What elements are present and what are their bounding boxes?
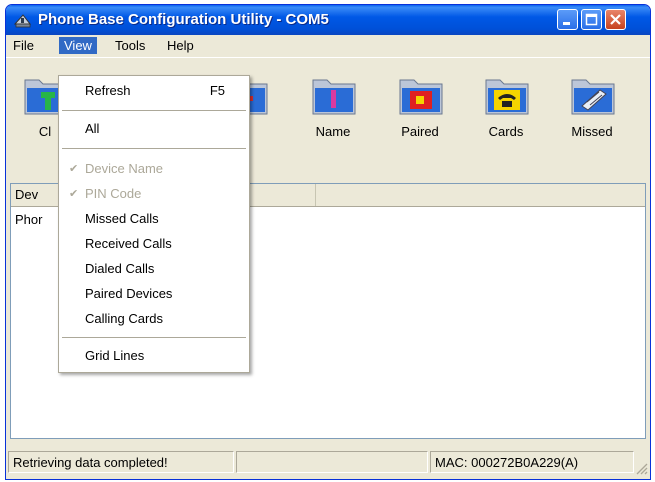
close-button[interactable] (605, 9, 626, 30)
toolbar-label-name: Name (315, 124, 351, 139)
menu-item-dialed-calls[interactable]: Dialed Calls (59, 258, 249, 280)
toolbar-button-paired[interactable]: Paired (385, 72, 455, 172)
menu-item-device-name-label: Device Name (85, 161, 164, 176)
menu-item-refresh-label: Refresh (85, 83, 131, 98)
minimize-icon (563, 22, 570, 25)
view-menu-dropdown: Refresh F5 All ✔ Device Name ✔ PIN Code … (58, 75, 250, 373)
title-bar[interactable]: Phone Base Configuration Utility - COM5 (6, 5, 650, 35)
status-panel-empty (236, 451, 428, 473)
menu-item-all[interactable]: All (59, 118, 249, 140)
close-icon (610, 14, 621, 25)
menu-item-refresh[interactable]: Refresh F5 (59, 80, 249, 102)
maximize-button[interactable] (581, 9, 602, 30)
checkmark-icon: ✔ (69, 163, 79, 175)
toolbar-label-cards: Cards (488, 124, 524, 139)
resize-grip-icon[interactable] (636, 463, 648, 475)
menu-help[interactable]: Help (162, 37, 199, 54)
name-folder-icon (312, 79, 356, 115)
maximize-icon (585, 13, 598, 26)
menu-tools[interactable]: Tools (110, 37, 150, 54)
paired-folder-icon (399, 79, 443, 115)
phone-app-icon (14, 14, 32, 28)
window-title: Phone Base Configuration Utility - COM5 (38, 11, 329, 28)
menu-separator (62, 110, 246, 111)
menu-item-grid-lines[interactable]: Grid Lines (59, 345, 249, 367)
toolbar-button-name[interactable]: Name (298, 72, 368, 172)
toolbar-button-missed[interactable]: Missed (557, 72, 627, 172)
status-message: Retrieving data completed! (8, 451, 234, 473)
list-item[interactable]: Phor (15, 212, 42, 227)
toolbar-label-paired: Paired (401, 124, 439, 139)
status-mac: MAC: 000272B0A229(A) (430, 451, 634, 473)
menu-item-received-calls[interactable]: Received Calls (59, 233, 249, 255)
checkmark-icon: ✔ (69, 188, 79, 200)
refresh-shortcut: F5 (209, 83, 225, 98)
menu-bar: File View Tools Help (6, 35, 650, 56)
missed-folder-icon (571, 79, 615, 115)
menu-view[interactable]: View (59, 37, 97, 54)
menu-separator (62, 337, 246, 338)
column-header-2[interactable] (250, 184, 316, 206)
minimize-button[interactable] (557, 9, 578, 30)
toolbar-label-missed: Missed (571, 124, 613, 139)
menu-item-device-name: ✔ Device Name (59, 158, 249, 180)
toolbar-button-cards[interactable]: Cards (471, 72, 541, 172)
menu-item-pin-code-label: PIN Code (85, 186, 142, 201)
menu-item-pin-code: ✔ PIN Code (59, 183, 249, 205)
menu-item-paired-devices[interactable]: Paired Devices (59, 283, 249, 305)
status-bar: Retrieving data completed! MAC: 000272B0… (6, 445, 650, 479)
menu-separator (62, 148, 246, 149)
menu-item-missed-calls[interactable]: Missed Calls (59, 208, 249, 230)
menu-file[interactable]: File (8, 37, 39, 54)
cards-folder-icon (485, 79, 529, 115)
menu-item-calling-cards[interactable]: Calling Cards (59, 308, 249, 330)
